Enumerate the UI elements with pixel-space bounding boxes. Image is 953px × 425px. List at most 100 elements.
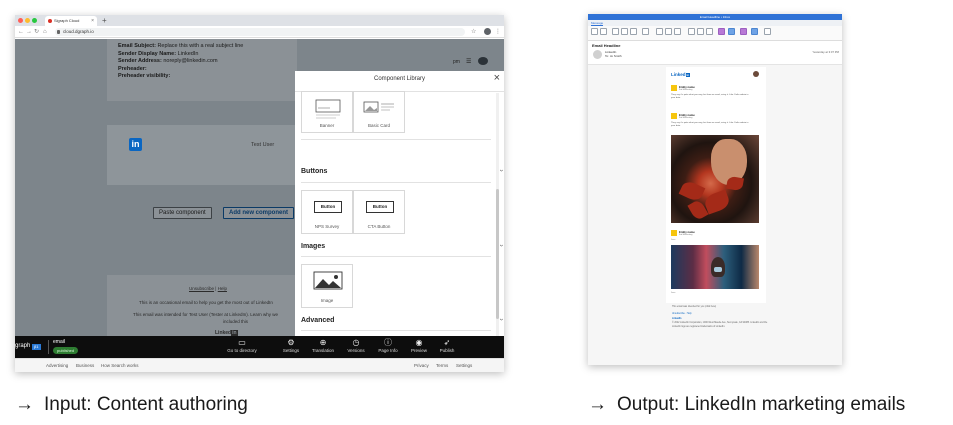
subject-value: Replace this with a real subject line: [157, 43, 244, 49]
maximize-window-dot[interactable]: [32, 18, 37, 23]
post-photo-woman-flowers[interactable]: [671, 135, 759, 223]
back-icon[interactable]: ←: [18, 27, 24, 37]
minimize-window-dot[interactable]: [25, 18, 30, 23]
privacy-link[interactable]: Privacy: [414, 363, 429, 368]
authoring-toolbar: graph β1 email published ▭ Go to directo…: [15, 336, 504, 358]
help-link[interactable]: Help: [218, 286, 227, 291]
more-icon[interactable]: [764, 28, 771, 35]
footer-links[interactable]: Unsubscribe · Help: [672, 313, 772, 316]
insights-icon[interactable]: [740, 28, 747, 35]
email-component-card[interactable]: [107, 125, 297, 185]
document-name: email: [53, 339, 65, 345]
print-icon[interactable]: [706, 28, 713, 35]
tile-banner-caption: Banner: [319, 123, 335, 128]
home-icon[interactable]: ⌂: [43, 27, 47, 37]
menu-kebab-icon[interactable]: ⋮: [495, 28, 501, 36]
publish-label: Publish: [439, 348, 455, 353]
avatar[interactable]: [478, 57, 488, 65]
mail-client-window: Email Headline • Inbox Message Email Hea…: [588, 14, 842, 365]
close-window-dot[interactable]: [18, 18, 23, 23]
translation-button[interactable]: ⊕ Translation: [305, 338, 341, 354]
recipient-line: To: Jo Smith: [605, 54, 622, 58]
gear-icon: ⚙: [287, 338, 295, 347]
paste-component-button[interactable]: Paste component: [153, 207, 212, 219]
star-icon[interactable]: ☆: [471, 28, 476, 36]
translate-icon[interactable]: [728, 28, 735, 35]
post-subtitle: 3rd Marketing: [679, 88, 693, 91]
share-icon[interactable]: [751, 28, 758, 35]
reply-all-icon[interactable]: [621, 28, 628, 35]
button-glyph-icon: Button: [314, 201, 342, 213]
tile-image-caption: Image: [320, 298, 334, 303]
terms-link[interactable]: Terms: [436, 363, 448, 368]
sender-address-label: Sender Address:: [118, 58, 162, 65]
sender-avatar: [593, 50, 602, 59]
section-buttons-title[interactable]: Buttons: [301, 168, 327, 175]
publish-button[interactable]: ➶ Publish: [429, 338, 465, 354]
browser-tab[interactable]: Sigraph Cloud ×: [45, 16, 97, 26]
rendered-email: Linkedin Entity name 3rd Marketing They …: [666, 67, 766, 303]
tile-banner[interactable]: Banner: [301, 91, 353, 133]
rocket-icon: ➶: [443, 338, 451, 347]
read-icon[interactable]: [697, 28, 704, 35]
section-advanced-title[interactable]: Advanced: [301, 317, 334, 324]
post-text: They say it's quite what you way, but ho…: [671, 122, 749, 127]
footer-line-1: This is an occasional email to help you …: [139, 300, 273, 305]
authoring-canvas: Email Subject: Replace this with a real …: [15, 39, 504, 372]
chevron-down-icon[interactable]: ›: [498, 318, 504, 320]
unsubscribe-link[interactable]: Unsubscribe: [189, 286, 214, 291]
close-tab-icon[interactable]: ×: [91, 16, 94, 26]
sender-address-value: noreply@linkedin.com: [163, 58, 218, 65]
company-logo: [671, 85, 677, 91]
move-icon[interactable]: [656, 28, 663, 35]
panel-scrollbar-thumb[interactable]: [496, 189, 499, 319]
tile-cta-button[interactable]: Button CTA Button: [353, 190, 405, 234]
flag-icon[interactable]: [674, 28, 681, 35]
footer-line-3: included this: [223, 319, 249, 324]
forward-icon[interactable]: →: [26, 27, 32, 37]
go-to-directory-button[interactable]: ▭ Go to directory: [224, 338, 260, 354]
post-photo-city-mask[interactable]: [671, 245, 759, 289]
account-initials[interactable]: pm: [453, 59, 460, 65]
tile-basic-card[interactable]: Basic Card: [353, 91, 405, 133]
url-field[interactable]: cloud.dgraph.io: [55, 28, 465, 36]
favicon-icon: [48, 19, 52, 23]
section-divider: [301, 139, 491, 140]
tile-basic-card-caption: Basic Card: [367, 123, 390, 128]
brand-in-box: in: [686, 73, 690, 77]
categorize-icon[interactable]: [688, 28, 695, 35]
photo-leaf: [678, 179, 706, 203]
chevron-down-icon[interactable]: ›: [498, 244, 504, 246]
output-caption-text: Output: LinkedIn marketing emails: [617, 394, 906, 415]
versions-button[interactable]: ◷ Versions: [338, 338, 374, 354]
addin-icon[interactable]: [718, 28, 725, 35]
chevron-down-icon[interactable]: ›: [498, 169, 504, 171]
forward-mail-icon[interactable]: [630, 28, 637, 35]
reload-icon[interactable]: ↻: [34, 27, 39, 37]
settings-link[interactable]: Settings: [456, 363, 472, 368]
photo-mask: [714, 267, 722, 272]
delete-icon[interactable]: [591, 28, 598, 35]
business-link[interactable]: Business: [76, 363, 94, 368]
beta-badge: β1: [32, 344, 41, 350]
section-images-title[interactable]: Images: [301, 243, 325, 250]
tile-image[interactable]: Image: [301, 264, 353, 308]
how-search-works-link[interactable]: How Search works: [101, 363, 139, 368]
rules-icon[interactable]: [665, 28, 672, 35]
new-tab-button[interactable]: +: [102, 15, 107, 26]
footer-line-2: This email was intended for Test User (T…: [133, 312, 278, 317]
message-date: Yesterday at 3:07 PM: [812, 50, 839, 54]
section-divider: [301, 330, 491, 331]
close-panel-icon[interactable]: ×: [494, 72, 500, 84]
reply-icon[interactable]: [612, 28, 619, 35]
add-new-component-button[interactable]: Add new component: [223, 207, 294, 219]
settings-button[interactable]: ⚙ Settings: [273, 338, 309, 354]
lock-icon: [57, 30, 60, 34]
tile-nps-survey[interactable]: Button NPS Survey: [301, 190, 353, 234]
meeting-icon[interactable]: [642, 28, 649, 35]
arrow-right-icon: →: [588, 394, 607, 415]
list-view-icon[interactable]: ☰: [466, 58, 471, 65]
profile-icon[interactable]: [484, 28, 491, 35]
advertising-link[interactable]: Advertising: [46, 363, 68, 368]
archive-icon[interactable]: [600, 28, 607, 35]
